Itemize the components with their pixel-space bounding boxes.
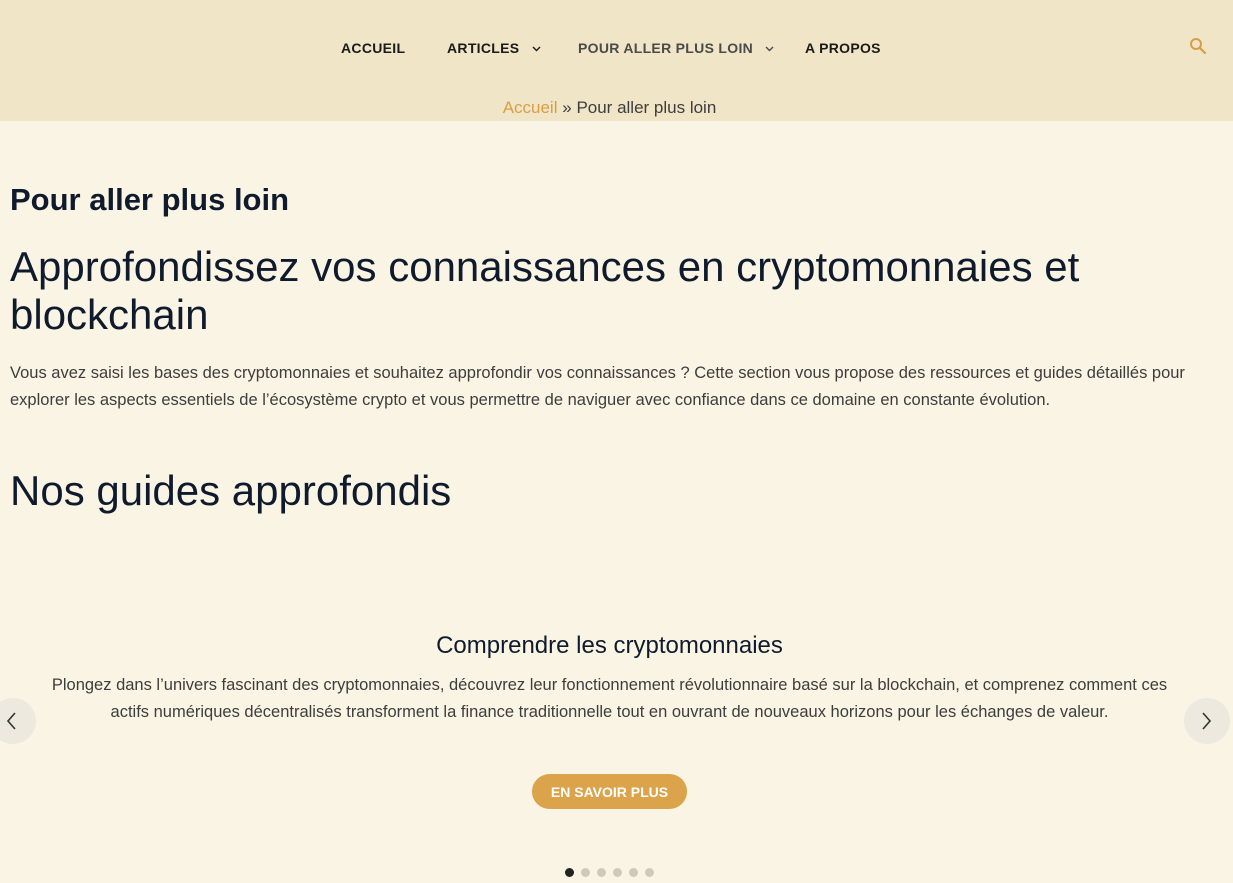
slide-text: Plongez dans l’univers fascinant des cry… — [51, 676, 1168, 721]
slider-dot[interactable] — [565, 868, 574, 877]
breadcrumb-current: Pour aller plus loin — [576, 98, 717, 117]
slide-title: Comprendre les cryptomonnaies — [436, 632, 783, 659]
slider-dot[interactable] — [629, 868, 638, 877]
en-savoir-plus-button[interactable]: EN SAVOIR PLUS — [532, 774, 687, 809]
slider-dot[interactable] — [613, 868, 622, 877]
main-nav: ACCUEIL ARTICLES POUR ALLER PLUS LOIN A … — [0, 36, 1233, 60]
nav-item-articles[interactable]: ARTICLES — [447, 36, 541, 60]
chevron-down-icon — [532, 35, 541, 59]
slider-next-button[interactable] — [1184, 698, 1230, 744]
chevron-right-icon — [1202, 712, 1212, 730]
slider-dot[interactable] — [597, 868, 606, 877]
nav-item-label: ACCUEIL — [341, 40, 406, 56]
nav-item-a-propos[interactable]: A PROPOS — [805, 36, 881, 60]
intro-paragraph: Vous avez saisi les bases des cryptomonn… — [10, 364, 1185, 409]
search-button[interactable] — [1189, 37, 1209, 57]
breadcrumb-home-link[interactable]: Accueil — [503, 98, 558, 117]
chevron-down-icon — [765, 35, 774, 59]
main-heading: Approfondissez vos connaissances en cryp… — [10, 243, 1080, 338]
slider-prev-button[interactable] — [0, 698, 36, 744]
nav-item-label: POUR ALLER PLUS LOIN — [578, 40, 754, 56]
section-heading: Nos guides approfondis — [10, 467, 452, 514]
nav-item-label: ARTICLES — [447, 40, 520, 56]
nav-item-pour-aller-plus-loin[interactable]: POUR ALLER PLUS LOIN — [578, 36, 774, 60]
breadcrumb-separator: » — [562, 98, 572, 117]
slider-dot[interactable] — [581, 868, 590, 877]
slider-dot[interactable] — [645, 868, 654, 877]
chevron-left-icon — [6, 712, 16, 730]
nav-item-accueil[interactable]: ACCUEIL — [341, 36, 405, 60]
site-header: ACCUEIL ARTICLES POUR ALLER PLUS LOIN A … — [0, 0, 1233, 121]
page-title: Pour aller plus loin — [10, 182, 290, 217]
breadcrumb: Accueil » Pour aller plus loin — [0, 97, 1219, 119]
search-icon — [1190, 38, 1207, 55]
nav-item-label: A PROPOS — [805, 40, 881, 56]
